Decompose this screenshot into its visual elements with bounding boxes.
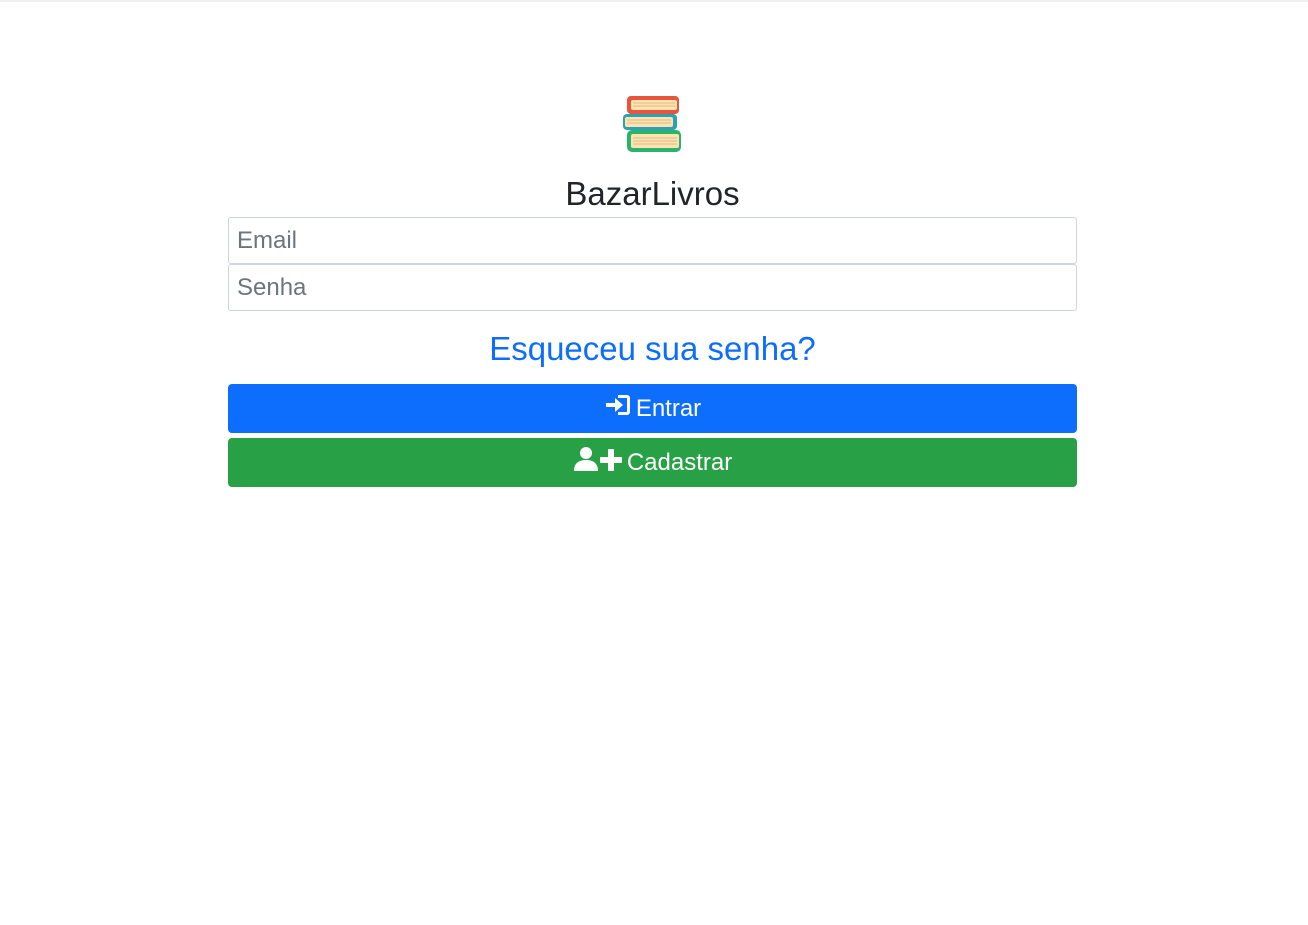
top-divider (0, 0, 1308, 2)
brand-title: BazarLivros (565, 175, 740, 212)
books-stack-icon (622, 96, 681, 152)
forgot-password-link[interactable]: Esqueceu sua senha? (228, 329, 1077, 369)
user-plus-icon (573, 446, 623, 479)
register-button[interactable]: Cadastrar (228, 438, 1077, 487)
login-container: BazarLivros Esqueceu sua senha? Entrar C… (228, 92, 1077, 487)
login-button-label: Entrar (635, 394, 702, 422)
register-button-label: Cadastrar (626, 448, 733, 476)
email-field[interactable] (228, 217, 1077, 264)
login-button[interactable]: Entrar (228, 384, 1077, 433)
sign-in-icon (604, 393, 632, 424)
password-field[interactable] (228, 264, 1077, 311)
